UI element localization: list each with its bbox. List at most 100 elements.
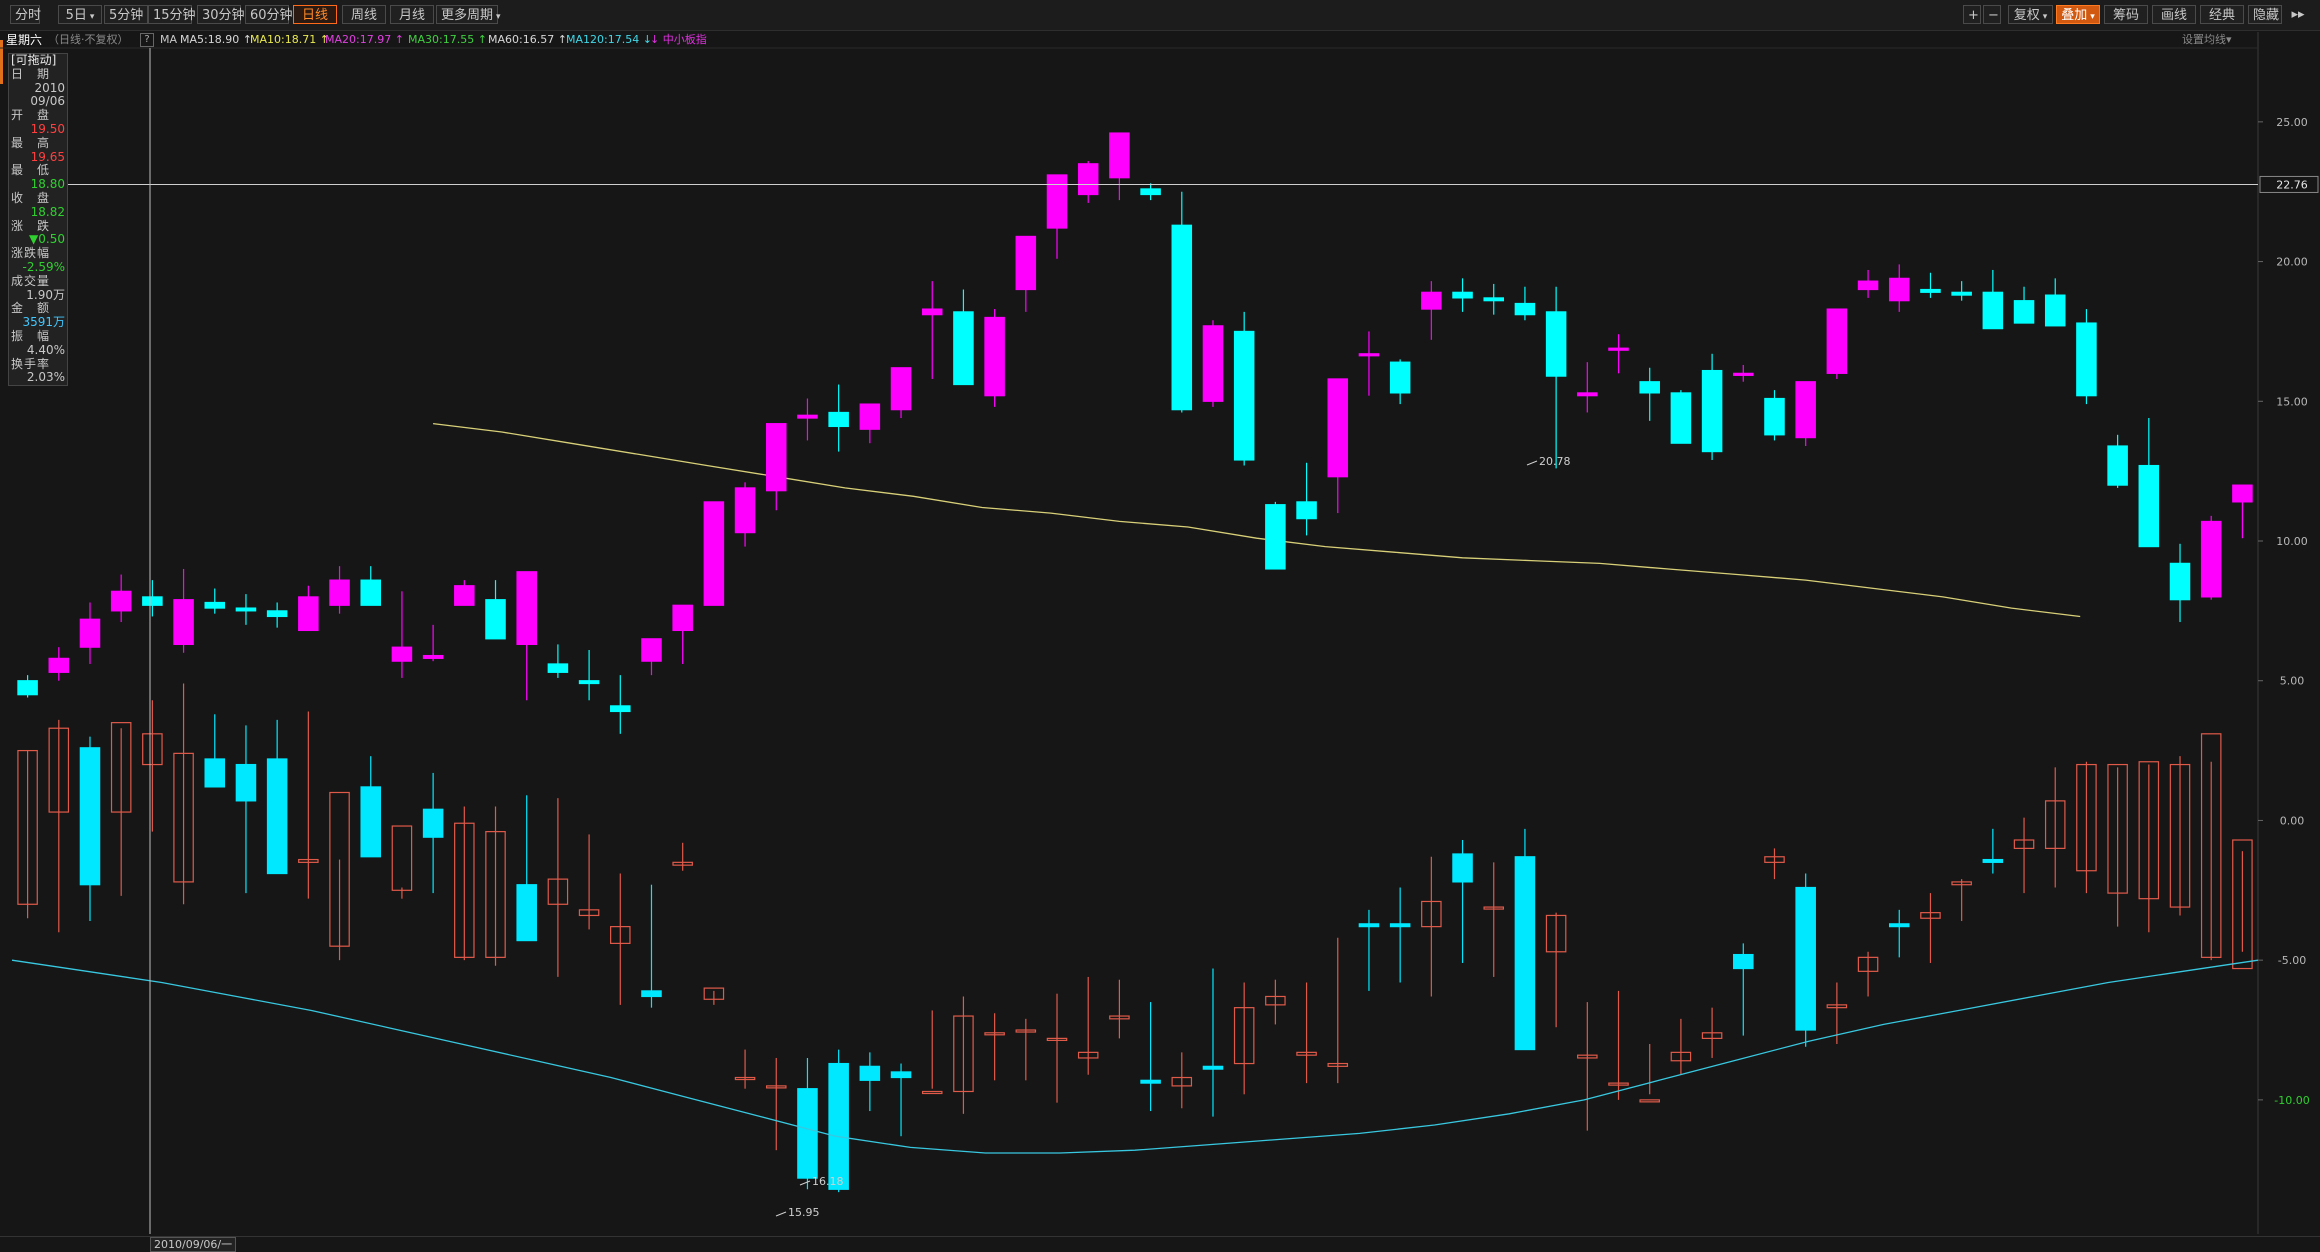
main-candle-body [1389,361,1411,394]
main-candle-body [703,501,725,606]
overlay-candle-body [422,808,444,838]
y-tick-label: 20.00 [2276,256,2308,269]
overlay-candle-body [1452,853,1473,883]
main-candle-body [1171,224,1193,411]
main-candle-body [360,579,382,606]
info-label: 成交量 [11,273,51,288]
overlay-candle-body [641,990,662,998]
overlay-candle-body [1982,858,2004,863]
overlay-candle-body [235,763,257,802]
overlay-candle-body [1202,1065,1224,1070]
main-candle-body [79,618,101,648]
main-candle-body [1327,378,1349,478]
main-candle-body [1358,353,1380,357]
main-candle-body [1483,297,1505,302]
overlay-candle-body [1140,1079,1161,1084]
main-candle-body [422,654,444,659]
kline-chart[interactable]: 25.00 20.00 15.00 10.00 5.00 0.00 -5.00 -10.00 2… [0,0,2320,1250]
main-candle-body [2013,300,2035,324]
main-candle-body [2232,484,2253,503]
info-value: 2.03% [26,370,65,385]
crosshair-price-tag: 22.76 [2276,178,2308,191]
main-candle-body [797,414,818,419]
overlay-candle-body [1358,923,1380,928]
panel-drag-handle[interactable]: [可拖动] [9,53,67,68]
main-candle-body [610,705,631,713]
high-annotation-pointer [1526,460,1538,466]
main-candle-body [110,590,132,612]
info-label: 金 额 [11,301,51,316]
main-candle-body [641,638,662,662]
date-axis [0,1236,2320,1251]
main-candle-body [1015,235,1037,291]
low-annotation-2: 15.95 [788,1206,820,1219]
main-candle-body [1421,291,1442,310]
info-rows: 日 期 2010 09/06 开 盘 19.50 最 高 19.65 最 低 18.80 收 盘1… [9,66,67,385]
main-candle-body [859,403,881,430]
low-annotation-1-pointer [799,1180,811,1186]
info-value: 2010 [34,80,65,95]
info-label: 日 期 [11,66,51,81]
info-value: -2.59% [22,259,65,274]
info-label: 涨跌幅 [11,246,51,261]
main-candle-body [578,680,600,685]
info-value: 18.80 [30,177,65,192]
main-candle-body [765,423,787,492]
y-tick-label: -10.00 [2274,1094,2309,1107]
high-annotation: 20.78 [1539,455,1571,468]
main-candle-body [204,601,226,609]
y-tick-label: 25.00 [2276,116,2308,129]
info-label: 最 低 [11,163,51,178]
overlay-candle-body [1888,923,1910,928]
data-window-panel[interactable]: [可拖动] 日 期 2010 09/06 开 盘 19.50 最 高 19.65 最 低 18.… [8,53,68,387]
info-label: 振 幅 [11,328,51,343]
overlay-candle-body [797,1088,818,1179]
main-candle-body [1982,291,2004,330]
overlay-candle-body [1639,1099,1660,1103]
overlay-candle-body [79,747,101,886]
main-candle-body [1109,132,1130,179]
info-label: 收 盘 [11,190,51,205]
main-candle-body [672,604,693,632]
main-candle-body [329,579,350,606]
main-candle-body [734,487,756,534]
info-label: 最 高 [11,135,51,150]
main-candle-body [2076,322,2097,397]
main-candle-body [1888,277,1910,302]
info-value: 19.50 [30,121,65,136]
main-candle-body [984,316,1005,397]
main-candle-body [1140,188,1161,196]
main-candle-body [2200,520,2222,598]
low-annotation-2-pointer [775,1211,787,1217]
main-candle-body [485,599,506,640]
y-tick-label: -5.00 [2278,954,2306,967]
overlay-candle-body [828,1062,849,1190]
main-candle-body [454,585,475,606]
main-candle-body [173,599,194,645]
main-candle-body [1265,504,1286,570]
main-candle-body [1670,392,1692,444]
main-candle-body [2138,464,2160,548]
main-candle-body [1296,501,1317,520]
main-candle-body [1795,381,1816,439]
main-candle-body [1202,325,1224,402]
main-candle-body [547,663,569,673]
overlay-candle-body [890,1071,912,1079]
main-candle-body [17,680,38,696]
main-candle-body [1733,372,1754,376]
info-label: 换手率 [11,356,51,371]
main-candle-body [953,311,974,386]
main-candle-body [1608,347,1629,351]
main-candle-body [2044,294,2066,327]
overlay-candle-body [360,786,382,858]
main-candle-body [48,657,70,673]
main-candle-body [142,596,163,606]
ma10-line [433,422,2081,618]
main-candle-body [921,308,943,316]
low-annotation-1: 16.18 [812,1175,844,1188]
overlay-candle-body [516,884,537,942]
main-candle-body [1701,369,1723,453]
info-value: 3591万 [22,315,65,330]
y-tick-label: 0.00 [2280,814,2305,827]
main-candle-body [235,607,257,612]
